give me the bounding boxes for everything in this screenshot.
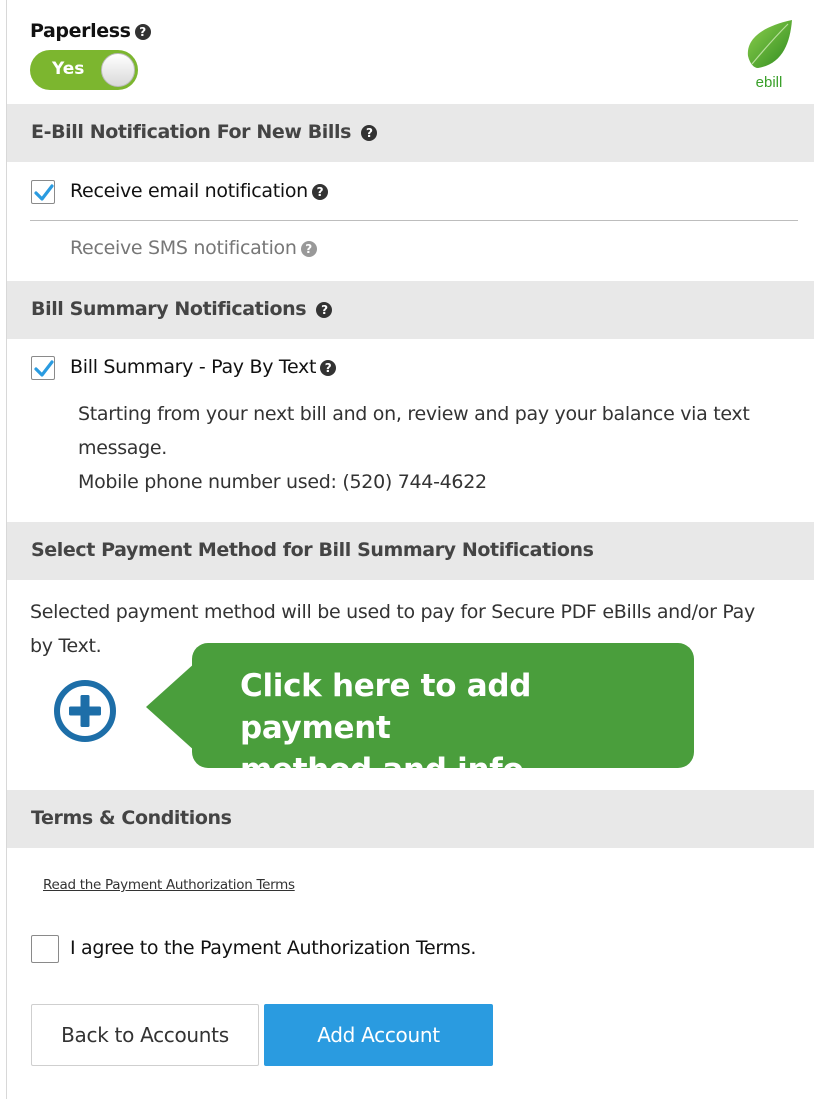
add-payment-method-button[interactable] (52, 678, 118, 744)
callout-line: method and info (240, 752, 524, 788)
callout-text: Click here to add payment method and inf… (240, 665, 680, 791)
logo-text: ebill (756, 74, 783, 90)
pay-by-text-label: Bill Summary - Pay By Text? (70, 356, 337, 378)
checkmark-icon (34, 184, 54, 201)
email-notification-checkbox[interactable] (31, 180, 55, 204)
ebill-help-icon[interactable]: ? (361, 125, 378, 141)
divider (30, 220, 798, 221)
section-title: Terms & Conditions (31, 807, 232, 829)
paperless-heading: Paperless? (30, 20, 151, 42)
description-line: Selected payment method will be used to … (30, 601, 755, 623)
payment-terms-link[interactable]: Read the Payment Authorization Terms (43, 877, 295, 893)
paperless-toggle[interactable]: Yes (30, 50, 138, 90)
paperless-help-icon[interactable]: ? (134, 24, 151, 40)
back-to-accounts-button[interactable]: Back to Accounts (31, 1004, 259, 1066)
checkmark-icon (34, 360, 54, 377)
pay-by-text-help-icon[interactable]: ? (320, 360, 337, 376)
description-line: Starting from your next bill and on, rev… (78, 403, 750, 425)
callout-pointer (146, 662, 196, 752)
bill-summary-help-icon[interactable]: ? (316, 302, 333, 318)
section-title: E-Bill Notification For New Bills ? (31, 121, 378, 143)
toggle-value: Yes (52, 59, 85, 79)
callout-line: Click here to add payment (240, 668, 532, 746)
sms-help-icon[interactable]: ? (300, 241, 317, 257)
bill-summary-section-header: Bill Summary Notifications ? (7, 281, 814, 339)
email-help-icon[interactable]: ? (311, 184, 328, 200)
payment-method-section-header: Select Payment Method for Bill Summary N… (7, 522, 814, 580)
terms-section-header: Terms & Conditions (7, 790, 814, 848)
add-payment-callout: Click here to add payment method and inf… (192, 643, 694, 788)
section-title: Select Payment Method for Bill Summary N… (31, 539, 594, 561)
ebill-logo: ebill (744, 18, 794, 91)
phone-number-text: Mobile phone number used: (520) 744-4622 (78, 471, 487, 493)
toggle-knob (101, 53, 135, 87)
email-notification-label: Receive email notification? (70, 180, 328, 202)
section-title: Bill Summary Notifications ? (31, 298, 333, 320)
sms-notification-label[interactable]: Receive SMS notification? (70, 237, 317, 259)
agree-terms-checkbox[interactable] (31, 935, 59, 963)
plus-circle-icon (54, 680, 116, 742)
add-account-button[interactable]: Add Account (264, 1004, 493, 1066)
leaf-icon: ebill (747, 20, 792, 91)
description-line: message. (78, 437, 168, 459)
pay-by-text-checkbox[interactable] (31, 356, 55, 380)
pay-by-text-description: Starting from your next bill and on, rev… (78, 397, 750, 499)
ebill-section-header: E-Bill Notification For New Bills ? (7, 104, 814, 162)
agree-terms-label: I agree to the Payment Authorization Ter… (70, 937, 477, 959)
